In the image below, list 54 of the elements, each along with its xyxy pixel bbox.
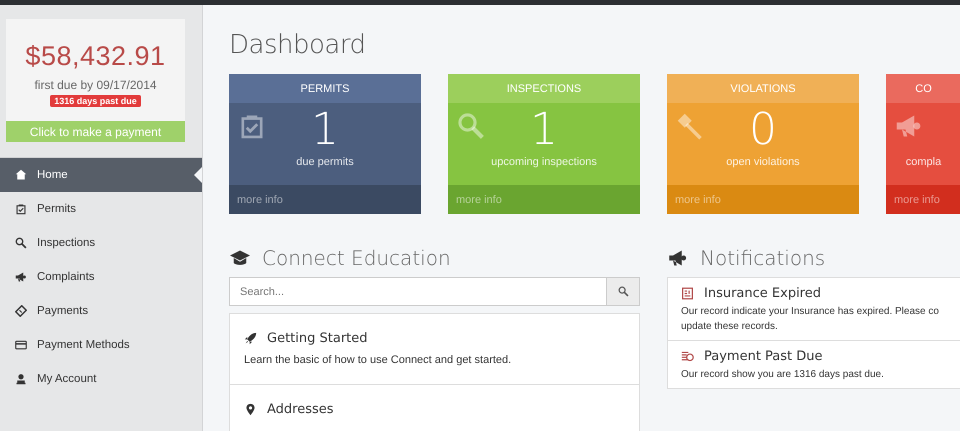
nav-item[interactable]: Payments bbox=[0, 294, 202, 328]
notification-title: Insurance Expired bbox=[704, 286, 821, 301]
graduation-cap-icon bbox=[229, 248, 251, 268]
nav-item[interactable]: Complaints bbox=[0, 260, 202, 294]
education-item[interactable]: Getting Started Learn the basic of how to use Connect and get started. bbox=[230, 314, 639, 385]
card-title: VIOLATIONS bbox=[667, 74, 859, 103]
user-icon bbox=[15, 373, 27, 385]
past-due-badge: 1316 days past due bbox=[50, 95, 141, 107]
card-caption: open violations bbox=[726, 156, 800, 168]
megaphone-icon bbox=[667, 248, 689, 268]
notification-text: Our record show you are 1316 days past due. bbox=[681, 368, 884, 382]
card-value: 1 bbox=[311, 103, 339, 153]
card-title: PERMITS bbox=[229, 74, 421, 103]
card-caption: due permits bbox=[296, 156, 354, 168]
document-icon bbox=[681, 287, 694, 300]
money-icon bbox=[681, 350, 694, 363]
balance-amount: $58,432.91 bbox=[25, 41, 166, 72]
credit-card-icon bbox=[15, 339, 27, 351]
notification-item[interactable]: Payment Past Due Our record show you are 1316 days past due. bbox=[668, 341, 960, 388]
card-value: 0 bbox=[749, 103, 777, 153]
search-icon bbox=[457, 112, 485, 140]
search-icon bbox=[618, 286, 628, 297]
home-icon bbox=[15, 169, 27, 181]
notification-item[interactable]: Insurance Expired Our record indicate your Insurance has expired. Please co update these records. bbox=[668, 278, 960, 341]
map-pin-icon bbox=[244, 403, 257, 416]
section-title: Notifications bbox=[700, 246, 826, 270]
due-date-text: first due by 09/17/2014 bbox=[34, 78, 157, 92]
megaphone-icon bbox=[15, 271, 27, 283]
nav-item[interactable]: Home bbox=[0, 158, 202, 192]
nav-item[interactable]: Permits bbox=[0, 192, 202, 226]
card-title: INSPECTIONS bbox=[448, 74, 640, 103]
rocket-icon bbox=[244, 332, 257, 345]
item-description: Learn the basic of how to use Connect and get started. bbox=[244, 354, 512, 366]
clipboard-check-icon bbox=[15, 203, 27, 215]
search-icon bbox=[15, 237, 27, 249]
education-item[interactable]: Addresses bbox=[230, 385, 639, 431]
notification-text: Our record indicate your Insurance has expired. Please co update these records. bbox=[681, 305, 939, 334]
more-info-link[interactable]: more info bbox=[229, 185, 421, 214]
card-caption: compla bbox=[906, 156, 942, 168]
section-title: Connect Education bbox=[262, 246, 451, 270]
item-title: Addresses bbox=[267, 402, 334, 417]
nav-item[interactable]: Payment Methods bbox=[0, 328, 202, 362]
card-caption: upcoming inspections bbox=[491, 156, 597, 168]
nav-item[interactable]: Inspections bbox=[0, 226, 202, 260]
gavel-icon bbox=[676, 112, 704, 140]
page-title: Dashboard bbox=[229, 30, 367, 60]
search-field[interactable]: Search... bbox=[229, 277, 606, 306]
ticket-icon bbox=[15, 305, 27, 317]
card-value: 1 bbox=[530, 103, 558, 153]
item-title: Getting Started bbox=[267, 331, 368, 346]
card-title: CO bbox=[886, 74, 960, 103]
search-button[interactable] bbox=[606, 277, 640, 306]
notification-title: Payment Past Due bbox=[704, 349, 823, 364]
nav-item[interactable]: My Account bbox=[0, 362, 202, 396]
